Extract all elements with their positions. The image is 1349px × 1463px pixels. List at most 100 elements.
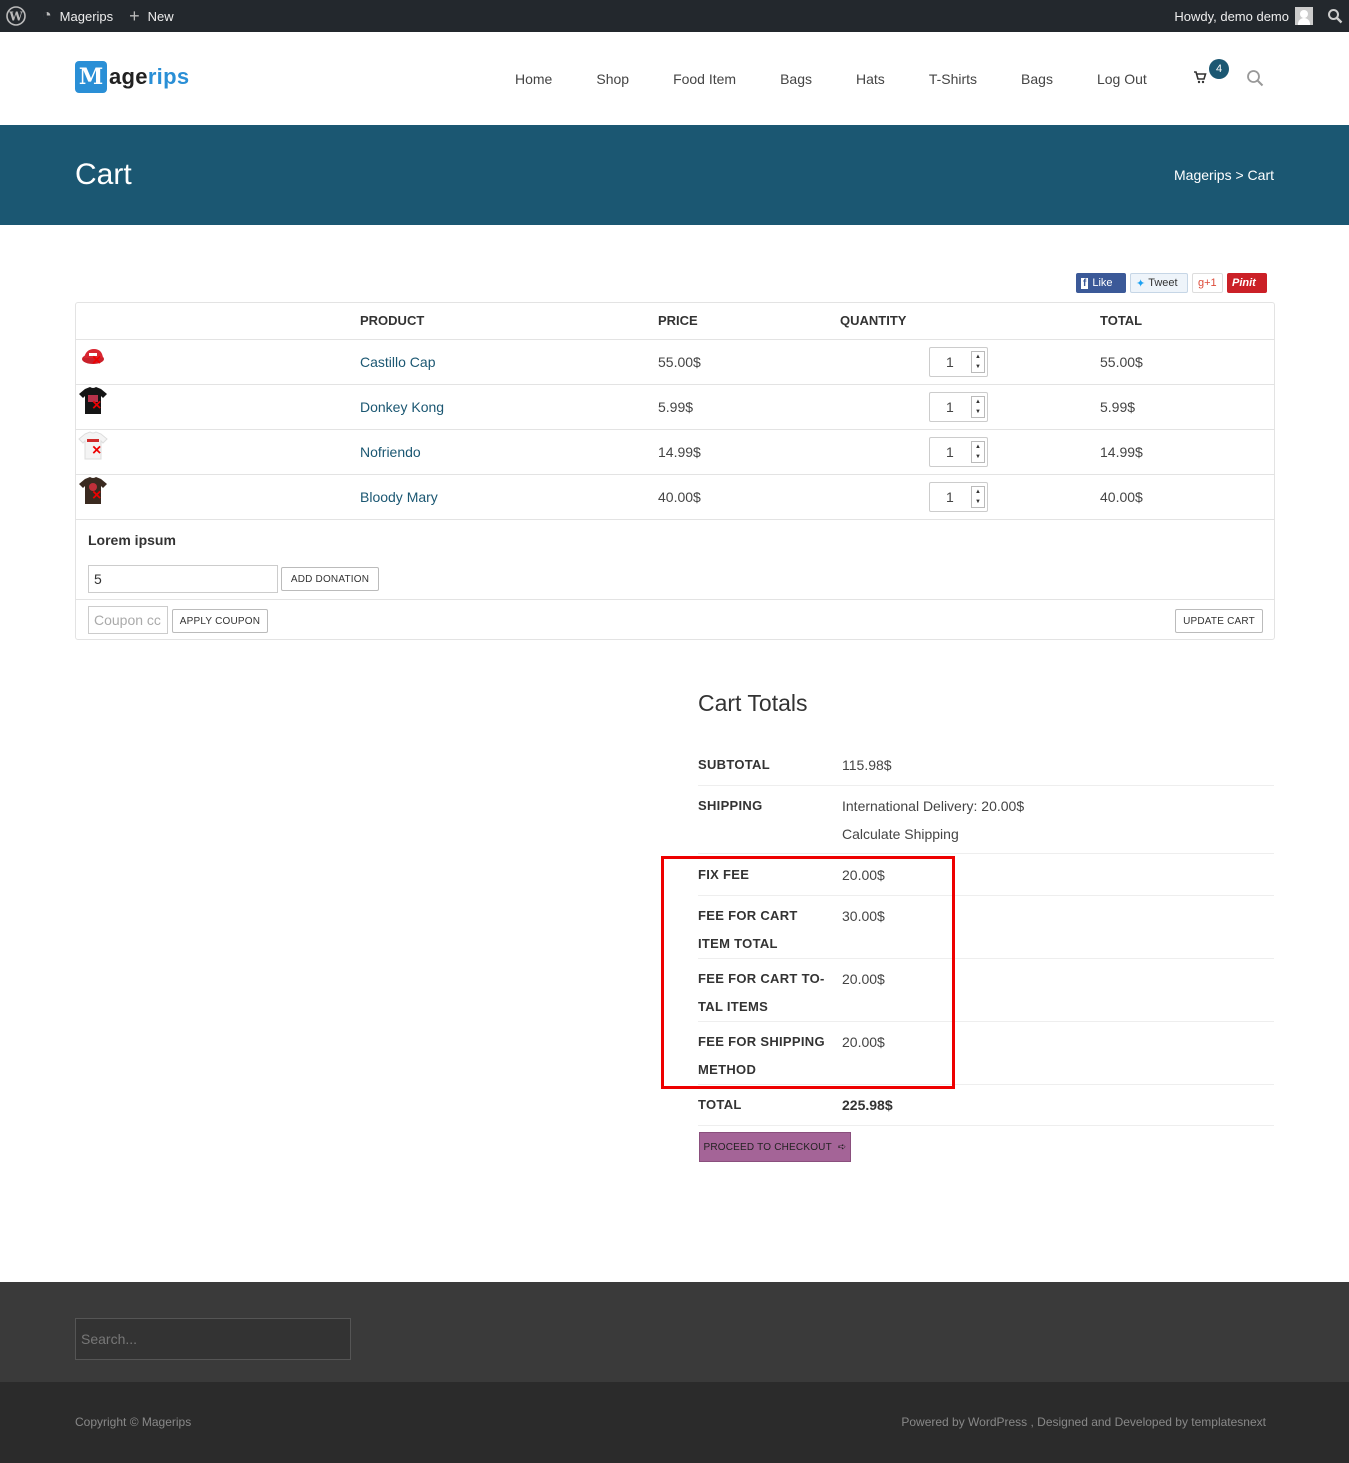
table-row: × Donkey Kong 5.99$ 1 ▲ ▼ 5.99$ [76,385,1274,430]
quantity-value: 1 [946,444,954,460]
product-price: 5.99$ [658,399,694,415]
remove-item-icon[interactable]: × [92,487,101,505]
product-price: 55.00$ [658,354,701,370]
line-total: 55.00$ [1100,354,1143,370]
quantity-value: 1 [946,489,954,505]
pinterest-button[interactable]: Pinit [1227,273,1267,293]
nav-home[interactable]: Home [515,71,552,87]
donation-input[interactable]: 5 [88,565,278,593]
admin-new-link[interactable]: + New [129,6,174,27]
remove-item-icon[interactable]: × [92,397,101,415]
footer-bottom: Copyright © Magerips Powered by WordPres… [0,1382,1349,1463]
facebook-like-button[interactable]: f Like [1076,273,1126,293]
header-quantity: QUANTITY [840,313,907,328]
spinner-arrows-icon[interactable]: ▲ ▼ [971,396,985,418]
avatar[interactable] [1295,7,1313,25]
search-icon[interactable] [1246,69,1264,87]
table-row: × Bloody Mary 40.00$ 1 ▲ ▼ 40.00$ [76,475,1274,520]
breadcrumb[interactable]: Magerips > Cart [1174,167,1274,183]
calculate-shipping-link[interactable]: Calculate Shipping [842,820,959,848]
page-title-bar: Cart Magerips > Cart [0,125,1349,225]
donation-label: Lorem ipsum [88,532,176,548]
social-share: f Like ✦ Tweet g+1 Pinit [1076,273,1267,293]
svg-text:W: W [8,10,23,24]
header-product: PRODUCT [360,313,425,328]
site-header: M agerips Home Shop Food Item Bags Hats … [0,32,1349,125]
coupon-input[interactable]: Coupon cc [88,606,168,634]
admin-site-name: Magerips [59,8,114,24]
facebook-icon: f [1081,277,1089,289]
main-nav: Home Shop Food Item Bags Hats T-Shirts B… [493,32,1169,125]
logo-text: agerips [109,64,190,89]
table-row: × Nofriendo 14.99$ 1 ▲ ▼ 14.99$ [76,430,1274,475]
highlight-box [661,856,955,1089]
remove-item-icon[interactable]: × [92,352,101,370]
product-link[interactable]: Donkey Kong [360,399,444,415]
remove-item-icon[interactable]: × [92,442,101,460]
admin-bar: W ◔ Magerips + New Howdy, demo demo [0,0,1349,32]
update-cart-button[interactable]: UPDATE CART [1175,609,1263,633]
copyright-text: Copyright © Magerips [75,1415,192,1429]
proceed-to-checkout-button[interactable]: PROCEED TO CHECKOUT ➪ [699,1132,851,1162]
shipping-value: International Delivery: 20.00$ [842,798,1025,814]
product-link[interactable]: Nofriendo [360,444,421,460]
cart-count-badge[interactable]: 4 [1209,59,1229,79]
plus-icon: + [129,5,140,26]
admin-new-label: New [147,8,174,24]
quantity-stepper[interactable]: 1 ▲ ▼ [929,392,988,422]
nav-bags[interactable]: Bags [780,71,812,87]
powered-by-text[interactable]: Powered by WordPress , Designed and Deve… [901,1415,1266,1429]
spinner-arrows-icon[interactable]: ▲ ▼ [971,441,985,463]
line-total: 5.99$ [1100,399,1136,415]
subtotal-row: SUBTOTAL 115.98$ [698,751,1274,786]
subtotal-label: SUBTOTAL [698,757,770,772]
dashboard-icon: ◔ [42,7,52,24]
divider [76,599,1274,600]
quantity-stepper[interactable]: 1 ▲ ▼ [929,347,988,377]
nav-log-out[interactable]: Log Out [1097,71,1147,87]
header-price: PRICE [658,313,698,328]
spinner-arrows-icon[interactable]: ▲ ▼ [971,351,985,373]
twitter-icon: ✦ [1136,277,1146,290]
cart-table: PRODUCT PRICE QUANTITY TOTAL × Castillo … [75,302,1275,640]
shipping-label: SHIPPING [698,798,763,813]
cart-icon[interactable] [1193,70,1207,84]
product-link[interactable]: Bloody Mary [360,489,438,505]
product-link[interactable]: Castillo Cap [360,354,435,370]
line-total: 40.00$ [1100,489,1143,505]
total-label: TOTAL [698,1097,742,1112]
total-value: 225.98$ [842,1097,893,1113]
site-logo[interactable]: M agerips [75,61,189,93]
cart-table-header: PRODUCT PRICE QUANTITY TOTAL [76,303,1274,340]
cart-totals-title: Cart Totals [698,690,808,716]
add-donation-button[interactable]: ADD DONATION [281,567,379,591]
admin-search-icon[interactable] [1327,8,1343,24]
howdy-user-link[interactable]: Howdy, demo demo [1174,9,1289,24]
subtotal-value: 115.98$ [842,757,892,773]
table-row: × Castillo Cap 55.00$ 1 ▲ ▼ 55.00$ [76,340,1274,385]
spinner-arrows-icon[interactable]: ▲ ▼ [971,486,985,508]
quantity-stepper[interactable]: 1 ▲ ▼ [929,437,988,467]
product-price: 14.99$ [658,444,701,460]
nav-food-item[interactable]: Food Item [673,71,736,87]
nav-bags-2[interactable]: Bags [1021,71,1053,87]
nav-shop[interactable]: Shop [596,71,629,87]
quantity-stepper[interactable]: 1 ▲ ▼ [929,482,988,512]
logo-mark: M [75,61,107,93]
footer-search-input[interactable]: Search... [75,1318,351,1360]
product-price: 40.00$ [658,489,701,505]
nav-t-shirts[interactable]: T-Shirts [929,71,977,87]
arrow-right-icon: ➪ [837,1141,847,1153]
footer-widgets: Search... [0,1282,1349,1382]
google-plus-button[interactable]: g+1 [1192,273,1223,293]
admin-site-link[interactable]: ◔ Magerips [42,7,113,25]
nav-hats[interactable]: Hats [856,71,885,87]
order-total-row: TOTAL 225.98$ [698,1091,1274,1126]
header-total: TOTAL [1100,313,1143,328]
wordpress-logo-icon[interactable]: W [6,6,26,26]
tweet-button[interactable]: ✦ Tweet [1130,273,1188,293]
quantity-value: 1 [946,399,954,415]
shipping-row: SHIPPING International Delivery: 20.00$ … [698,792,1274,854]
apply-coupon-button[interactable]: APPLY COUPON [172,609,268,633]
line-total: 14.99$ [1100,444,1143,460]
